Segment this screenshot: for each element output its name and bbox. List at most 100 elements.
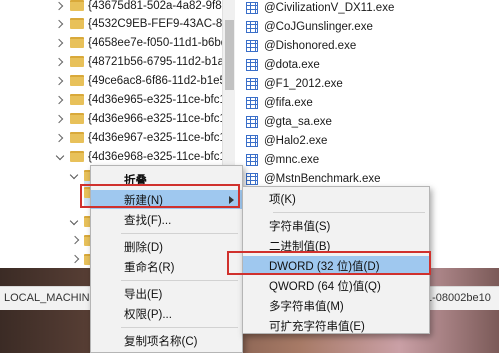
menu-item-label: 复制项名称(C)	[124, 335, 198, 348]
menu-item[interactable]: 二进制值(B)	[243, 236, 429, 255]
registry-value-row[interactable]: @CivilizationV_DX11.exe	[246, 0, 394, 17]
chevron-right-icon[interactable]	[56, 133, 66, 143]
tree-item[interactable]: {4532C9EB-FEF9-43AC-83DA-	[56, 14, 222, 33]
menu-item-label: QWORD (64 位)值(Q)	[269, 280, 381, 293]
binary-value-icon	[246, 58, 258, 71]
chevron-right-icon[interactable]	[56, 95, 66, 105]
chevron-down-icon[interactable]	[70, 171, 80, 181]
tree-item[interactable]: {4d36e966-e325-11ce-bfc1-	[56, 109, 222, 128]
registry-value-row[interactable]: @Halo2.exe	[246, 131, 327, 150]
binary-value-icon	[246, 115, 258, 128]
chevron-right-icon[interactable]	[56, 1, 66, 11]
registry-value-row[interactable]: @Dishonored.exe	[246, 36, 356, 55]
tree-item-label: {4d36e968-e325-11ce-bfc1-	[88, 150, 222, 163]
tree-item-label: {49ce6ac8-6f86-11d2-b1e5-	[88, 74, 222, 87]
menu-item[interactable]: 复制项名称(C)	[91, 331, 242, 350]
tree-item-label: {4658ee7e-f050-11d1-b6bd-	[88, 36, 222, 49]
registry-value-name: @gta_sa.exe	[264, 115, 332, 128]
registry-value-row[interactable]: @fifa.exe	[246, 93, 313, 112]
menu-item[interactable]: 查找(F)...	[91, 210, 242, 229]
registry-value-row[interactable]: @gta_sa.exe	[246, 112, 332, 131]
tree-item-label: {4532C9EB-FEF9-43AC-83DA-	[88, 17, 222, 30]
registry-value-name: @Halo2.exe	[264, 134, 328, 147]
status-path-tail: 1-08002be10	[426, 292, 491, 304]
tree-item-label: {4d36e967-e325-11ce-bfc1-	[88, 131, 222, 144]
chevron-right-icon[interactable]	[56, 38, 66, 48]
tree-item[interactable]: {4d36e965-e325-11ce-bfc1-	[56, 90, 222, 109]
menu-item[interactable]: 多字符串值(M)	[243, 296, 429, 315]
status-path: LOCAL_MACHINE\	[4, 292, 100, 304]
menu-item[interactable]: 项(K)	[243, 189, 429, 208]
folder-icon	[70, 75, 84, 86]
menu-separator	[121, 327, 238, 328]
menu-item[interactable]: 重命名(R)	[91, 257, 242, 276]
menu-item[interactable]: 折叠	[91, 170, 242, 189]
registry-value-name: @MstnBenchmark.exe	[264, 172, 381, 185]
registry-value-row[interactable]: @F1_2012.exe	[246, 74, 343, 93]
registry-value-row[interactable]: @CoJGunslinger.exe	[246, 17, 373, 36]
folder-icon	[70, 0, 84, 11]
menu-item-label: 可扩充字符串值(E)	[269, 320, 365, 333]
menu-item-label: 查找(F)...	[124, 214, 172, 227]
registry-value-row[interactable]: @dota.exe	[246, 55, 320, 74]
submenu-arrow-icon	[229, 196, 234, 204]
menu-item-label: 多字符串值(M)	[269, 300, 344, 313]
menu-item[interactable]: 删除(D)	[91, 237, 242, 256]
menu-item[interactable]: DWORD (32 位)值(D)	[243, 256, 429, 275]
menu-item-label: 字符串值(S)	[269, 220, 331, 233]
binary-value-icon	[246, 96, 258, 109]
menu-item[interactable]: 新建(N)	[91, 190, 242, 209]
chevron-right-icon[interactable]	[56, 57, 66, 67]
registry-value-row[interactable]: @mnc.exe	[246, 150, 319, 169]
registry-value-name: @fifa.exe	[264, 96, 313, 109]
menu-item[interactable]: 字符串值(S)	[243, 216, 429, 235]
folder-icon	[70, 94, 84, 105]
tree-item[interactable]: {4d36e967-e325-11ce-bfc1-	[56, 128, 222, 147]
registry-value-name: @F1_2012.exe	[264, 77, 343, 90]
scrollbar-thumb[interactable]	[225, 20, 234, 90]
registry-value-name: @dota.exe	[264, 58, 320, 71]
tree-item[interactable]: {48721b56-6795-11d2-b1a8-	[56, 52, 222, 71]
menu-item-label: 重命名(R)	[124, 261, 175, 274]
binary-value-icon	[246, 20, 258, 33]
menu-item[interactable]: 可扩充字符串值(E)	[243, 316, 429, 335]
chevron-right-icon[interactable]	[56, 114, 66, 124]
menu-item-label: 二进制值(B)	[269, 240, 331, 253]
menu-separator	[121, 280, 238, 281]
binary-value-icon	[246, 134, 258, 147]
menu-item[interactable]: 导出(E)	[91, 284, 242, 303]
chevron-down-icon[interactable]	[70, 217, 80, 227]
binary-value-icon	[246, 77, 258, 90]
chevron-right-icon[interactable]	[72, 254, 82, 264]
registry-value-name: @CivilizationV_DX11.exe	[264, 1, 395, 14]
context-menu[interactable]: 折叠新建(N) 查找(F)... 删除(D) 重命名(R) 导出(E) 权限(P)... 复…	[90, 165, 243, 353]
tree-item[interactable]: {43675d81-502a-4a82-9f84-8	[56, 0, 222, 15]
menu-separator	[273, 212, 425, 213]
tree-item-label: {43675d81-502a-4a82-9f84-8	[88, 0, 222, 12]
folder-icon	[70, 151, 84, 162]
binary-value-icon	[246, 172, 258, 185]
chevron-right-icon[interactable]	[72, 235, 82, 245]
tree-item-label: {48721b56-6795-11d2-b1a8-	[88, 55, 222, 68]
folder-icon	[70, 56, 84, 67]
binary-value-icon	[246, 153, 258, 166]
menu-item[interactable]: 权限(P)...	[91, 304, 242, 323]
chevron-right-icon[interactable]	[56, 76, 66, 86]
menu-item-label: DWORD (32 位)值(D)	[269, 260, 380, 273]
tree-item[interactable]: {49ce6ac8-6f86-11d2-b1e5-	[56, 71, 222, 90]
menu-item-label: 删除(D)	[124, 241, 163, 254]
folder-icon	[70, 37, 84, 48]
tree-item[interactable]: {4658ee7e-f050-11d1-b6bd-	[56, 33, 222, 52]
chevron-down-icon[interactable]	[56, 152, 66, 162]
chevron-right-icon[interactable]	[56, 19, 66, 29]
menu-item-label: 导出(E)	[124, 288, 163, 301]
registry-value-name: @CoJGunslinger.exe	[264, 20, 373, 33]
menu-item-label: 项(K)	[269, 193, 296, 206]
tree-item[interactable]: {4d36e968-e325-11ce-bfc1-	[56, 147, 222, 166]
menu-item-label: 新建(N)	[124, 194, 163, 207]
binary-value-icon	[246, 39, 258, 52]
menu-item[interactable]: QWORD (64 位)值(Q)	[243, 276, 429, 295]
new-submenu[interactable]: 项(K) 字符串值(S) 二进制值(B) DWORD (32 位)值(D) QWORD …	[242, 186, 430, 334]
registry-value-name: @mnc.exe	[264, 153, 320, 166]
folder-icon	[70, 132, 84, 143]
